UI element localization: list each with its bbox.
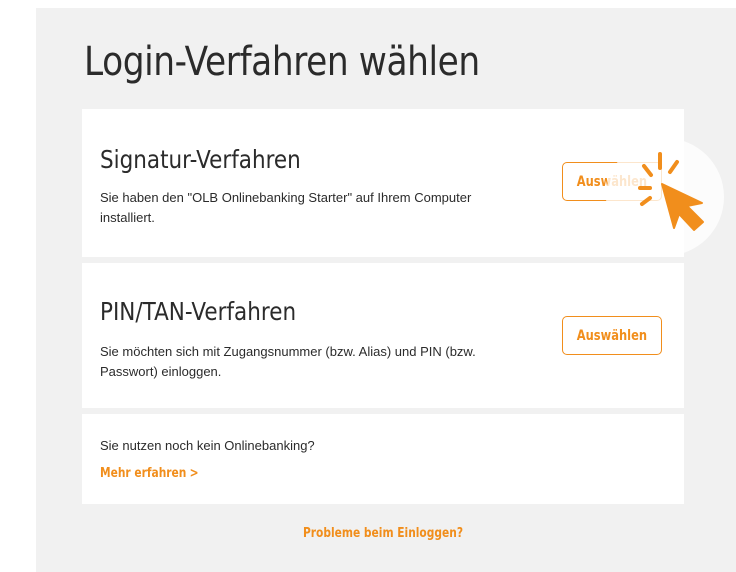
page-title: Login-Verfahren wählen (84, 39, 480, 85)
learn-more-label: Mehr erfahren (100, 466, 187, 481)
option-description-signatur: Sie haben den "OLB Onlinebanking Starter… (100, 190, 472, 225)
click-cursor-icon (638, 152, 704, 231)
option-description-pintan: Sie möchten sich mit Zugangsnummer (bzw.… (100, 344, 476, 379)
option-heading-signatur: Signatur-Verfahren (100, 145, 301, 174)
option-card-pintan: PIN/TAN-Verfahren Sie möchten sich mit Z… (82, 263, 684, 408)
login-problems-link[interactable]: Probleme beim Einloggen? (303, 526, 463, 541)
info-card: Sie nutzen noch kein Onlinebanking? Mehr… (82, 414, 684, 504)
select-pintan-button-label: Auswählen (576, 327, 648, 344)
option-card-signatur: Signatur-Verfahren Sie haben den "OLB On… (82, 109, 684, 257)
option-heading-pintan: PIN/TAN-Verfahren (100, 297, 297, 326)
select-pintan-button[interactable]: Auswählen (562, 316, 662, 355)
info-text: Sie nutzen noch kein Onlinebanking? (100, 438, 315, 453)
chevron-right-icon: > (189, 466, 199, 481)
learn-more-link[interactable]: Mehr erfahren > (100, 466, 199, 481)
